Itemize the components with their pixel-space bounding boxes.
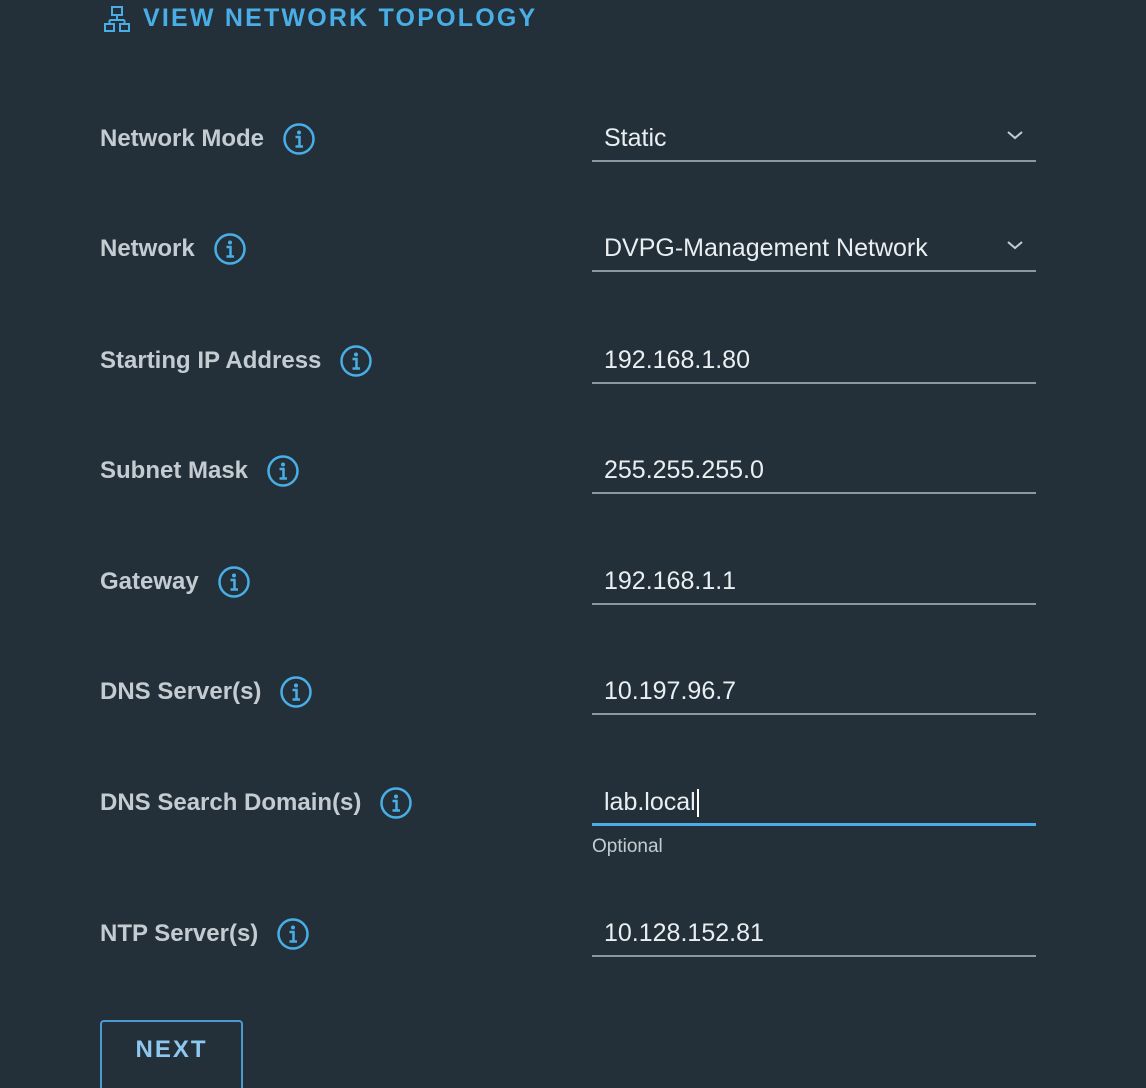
gateway-label-group: Gateway	[100, 565, 251, 599]
network-mode-select[interactable]: Static	[592, 118, 1036, 162]
info-icon[interactable]	[339, 344, 373, 378]
network-settings-page: VIEW NETWORK TOPOLOGY Network Mode Stati…	[0, 0, 1146, 1088]
info-icon[interactable]	[266, 454, 300, 488]
dns-search-domains-input[interactable]: lab.local	[592, 782, 1036, 826]
info-icon[interactable]	[279, 675, 313, 709]
ntp-servers-input[interactable]: 10.128.152.81	[592, 913, 1036, 957]
network-mode-label: Network Mode	[100, 125, 265, 152]
ntp-servers-label: NTP Server(s)	[100, 920, 259, 947]
dns-search-domains-label-group: DNS Search Domain(s)	[100, 786, 413, 820]
info-icon[interactable]	[276, 917, 310, 951]
text-caret	[696, 789, 699, 818]
dns-servers-input[interactable]: 10.197.96.7	[592, 671, 1036, 715]
gateway-input[interactable]: 192.168.1.1	[592, 561, 1036, 605]
info-icon[interactable]	[379, 786, 413, 820]
network-select[interactable]: DVPG-Management Network	[592, 228, 1036, 272]
network-label: Network	[100, 235, 195, 262]
subnet-mask-label-group: Subnet Mask	[100, 454, 300, 488]
network-mode-label-group: Network Mode	[100, 122, 316, 156]
starting-ip-value: 192.168.1.80	[604, 346, 750, 374]
subnet-mask-label: Subnet Mask	[100, 457, 249, 484]
dns-servers-value: 10.197.96.7	[604, 677, 737, 705]
info-icon[interactable]	[217, 565, 251, 599]
network-label-group: Network	[100, 232, 247, 266]
view-network-topology-label: VIEW NETWORK TOPOLOGY	[143, 4, 538, 32]
network-topology-icon	[103, 5, 131, 33]
starting-ip-label-group: Starting IP Address	[100, 344, 373, 378]
network-value: DVPG-Management Network	[604, 234, 928, 262]
info-icon[interactable]	[213, 232, 247, 266]
network-mode-value: Static	[604, 124, 667, 152]
chevron-down-icon	[1007, 241, 1023, 250]
dns-search-domains-helper: Optional	[592, 836, 663, 857]
gateway-label: Gateway	[100, 568, 199, 595]
dns-search-domains-value: lab.local	[604, 788, 696, 816]
subnet-mask-value: 255.255.255.0	[604, 456, 764, 484]
dns-search-domains-label: DNS Search Domain(s)	[100, 789, 362, 816]
gateway-value: 192.168.1.1	[604, 567, 737, 595]
subnet-mask-input[interactable]: 255.255.255.0	[592, 450, 1036, 494]
dns-servers-label-group: DNS Server(s)	[100, 675, 313, 709]
info-icon[interactable]	[282, 122, 316, 156]
ntp-servers-value: 10.128.152.81	[604, 919, 764, 947]
next-button[interactable]: NEXT	[100, 1020, 243, 1088]
dns-servers-label: DNS Server(s)	[100, 678, 262, 705]
starting-ip-label: Starting IP Address	[100, 347, 322, 374]
chevron-down-icon	[1007, 131, 1023, 140]
view-network-topology-link[interactable]: VIEW NETWORK TOPOLOGY	[103, 4, 537, 33]
starting-ip-input[interactable]: 192.168.1.80	[592, 340, 1036, 384]
ntp-servers-label-group: NTP Server(s)	[100, 917, 310, 951]
